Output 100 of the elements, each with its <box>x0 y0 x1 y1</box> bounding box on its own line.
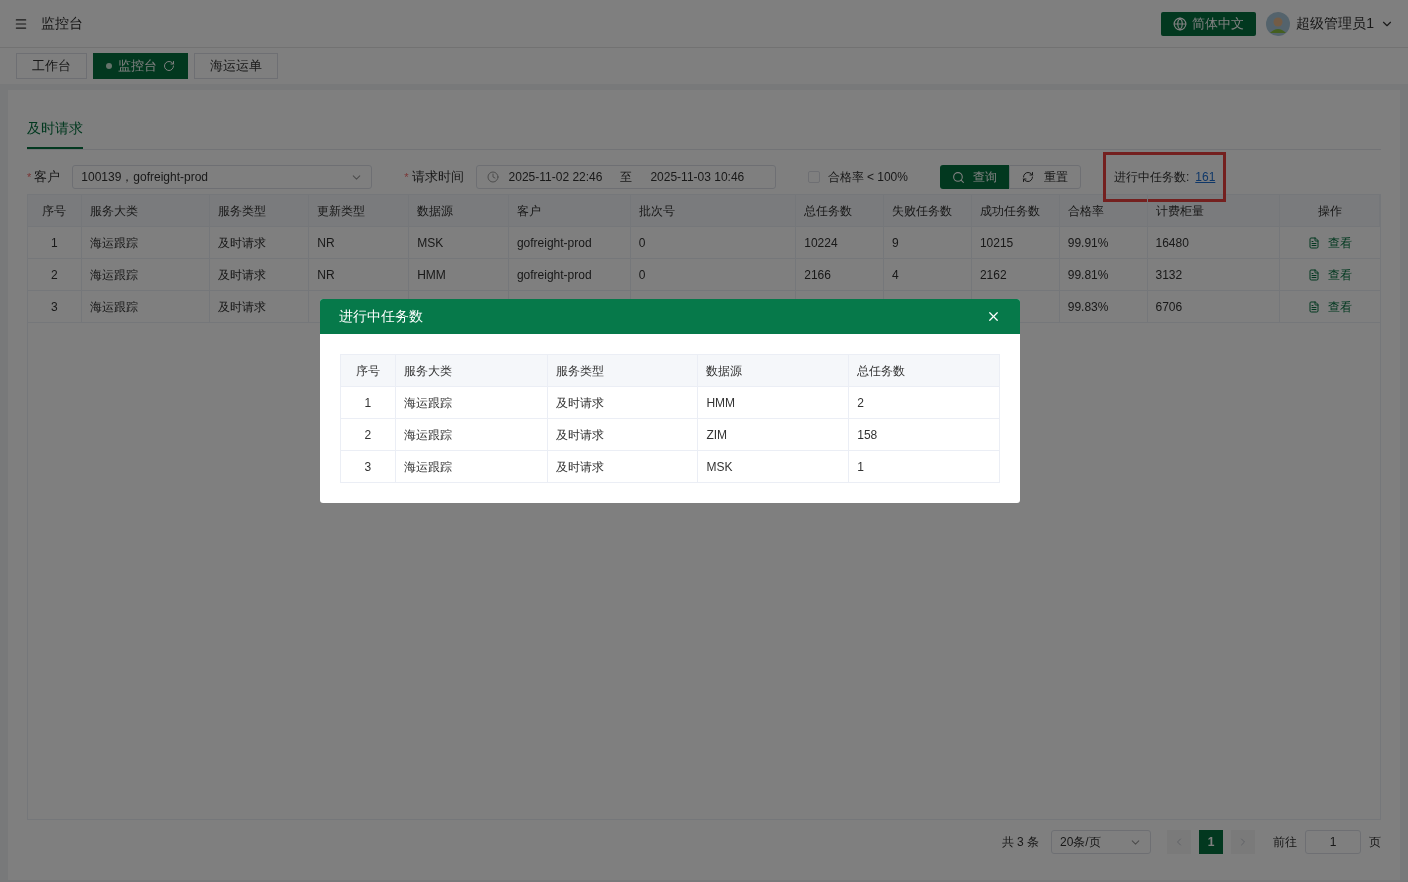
table-cell-text: 0 <box>638 234 646 252</box>
table-cell-text: 6706 <box>1155 298 1183 316</box>
table-cell-text: 99.83% <box>1067 298 1109 316</box>
column-header: 数据源 <box>417 202 454 220</box>
column-header: 计费柜量 <box>1155 202 1204 220</box>
column-header: 客户 <box>516 202 541 220</box>
close-icon[interactable] <box>986 309 1001 324</box>
view-link[interactable]: 查看 <box>1308 297 1353 316</box>
page-input[interactable]: 1 <box>1305 830 1361 854</box>
table-cell-text: 及时请求 <box>555 458 604 476</box>
table-cell-text: 10224 <box>804 234 838 252</box>
table-cell-text: gofreight-prod <box>516 266 592 284</box>
column-header: 序号 <box>355 362 380 380</box>
counter-link[interactable]: 161 <box>1195 168 1216 186</box>
column-header: 更新类型 <box>317 202 366 220</box>
table-cell-text: 3 <box>364 458 372 476</box>
table-cell-text: 99.91% <box>1067 234 1109 252</box>
view-link[interactable]: 查看 <box>1308 265 1353 284</box>
page-tab[interactable]: 监控台 <box>93 53 188 79</box>
globe-icon <box>1173 16 1188 31</box>
page-number[interactable]: 1 <box>1199 830 1223 854</box>
table-cell-text: 2166 <box>804 266 831 284</box>
language-button[interactable]: 简体中文 <box>1161 11 1257 36</box>
page-tab[interactable]: 工作台 <box>16 53 87 79</box>
table-cell-text: HMM <box>706 394 736 412</box>
table-cell-text: NR <box>317 266 335 284</box>
column-header: 总任务数 <box>857 362 906 380</box>
table-cell-text: 4 <box>892 266 899 284</box>
menu-icon[interactable] <box>14 16 28 31</box>
page-title: 监控台 <box>41 14 83 33</box>
table-cell-text: 3 <box>51 298 58 316</box>
document-icon <box>1308 268 1321 281</box>
table-cell-text: 2 <box>364 426 372 444</box>
avatar-icon <box>1266 11 1291 36</box>
total-count: 共 3 条 <box>1001 834 1039 851</box>
column-header: 合格率 <box>1067 202 1104 220</box>
table-cell-text: 及时请求 <box>217 234 266 252</box>
table-cell-text: 2 <box>51 266 58 284</box>
document-icon <box>1308 300 1321 313</box>
table-cell-text: 3132 <box>1155 266 1183 284</box>
column-header: 数据源 <box>706 362 743 380</box>
page-size-select[interactable]: 20条/页 <box>1051 830 1151 854</box>
customer-select[interactable]: 100139，gofreight-prod <box>72 165 373 189</box>
table-cell-text: 海运跟踪 <box>403 426 452 444</box>
table-cell-text: 0 <box>638 266 646 284</box>
column-header: 总任务数 <box>804 202 853 220</box>
table-cell-text: MSK <box>706 458 733 476</box>
table-cell-text: 及时请求 <box>555 426 604 444</box>
clock-icon <box>486 171 499 183</box>
column-header: 服务大类 <box>403 362 452 380</box>
refresh-icon <box>163 60 175 72</box>
table-cell-text: 2162 <box>979 266 1007 284</box>
table-cell-text: HMM <box>417 266 446 284</box>
search-icon <box>951 170 965 184</box>
table-cell-text: 9 <box>892 234 899 252</box>
column-header: 服务大类 <box>89 202 138 220</box>
table-cell-text: MSK <box>417 234 444 252</box>
table-cell-text: 1 <box>857 458 864 476</box>
table-cell-text: 及时请求 <box>217 266 266 284</box>
page-tab[interactable]: 海运运单 <box>194 53 278 79</box>
view-link[interactable]: 查看 <box>1308 233 1353 252</box>
table-cell-text: 2 <box>857 394 864 412</box>
table-cell-text: 海运跟踪 <box>89 298 138 316</box>
column-header: 服务类型 <box>217 202 266 220</box>
table-cell-text: 海运跟踪 <box>89 234 138 252</box>
column-header: 成功任务数 <box>979 202 1040 220</box>
document-icon <box>1308 236 1321 249</box>
field-label: 请求时间 <box>411 168 464 187</box>
table-cell-text: 1 <box>364 394 372 412</box>
table-cell-text: 10215 <box>979 234 1014 252</box>
table-cell-text: 1 <box>51 234 58 252</box>
counter-label: 进行中任务数: <box>1113 169 1190 186</box>
goto-label: 前往 <box>1273 834 1297 851</box>
query-button[interactable]: 查询 <box>939 165 1009 189</box>
field-label: 客户 <box>34 168 61 187</box>
column-header: 序号 <box>42 202 67 220</box>
table-cell-text: 海运跟踪 <box>403 394 452 412</box>
user-menu[interactable]: 超级管理员1 <box>1296 13 1394 34</box>
table-cell-text: 海运跟踪 <box>89 266 138 284</box>
column-header: 批次号 <box>638 202 675 220</box>
table-cell-text: NR <box>317 234 335 252</box>
panel-tab[interactable]: 及时请求 <box>27 118 83 149</box>
table-cell-text: ZIM <box>706 426 728 444</box>
column-header: 失败任务数 <box>892 202 953 220</box>
table-cell-text: 及时请求 <box>555 394 604 412</box>
table-cell-text: 海运跟踪 <box>403 458 452 476</box>
table-cell-text: 158 <box>857 426 878 444</box>
page-suffix: 页 <box>1369 834 1381 851</box>
table-cell-text: 16480 <box>1155 234 1189 252</box>
column-header: 操作 <box>1317 202 1342 220</box>
required-mark: * <box>27 169 32 185</box>
table-cell-text: 99.81% <box>1067 266 1109 284</box>
table-cell-text: gofreight-prod <box>516 234 592 252</box>
table-cell-text: 及时请求 <box>217 298 266 316</box>
reset-button[interactable]: 重置 <box>1008 165 1081 189</box>
column-header: 服务类型 <box>555 362 604 380</box>
date-range-field[interactable]: 2025-11-02 22:46 至 2025-11-03 10:46 <box>475 165 776 189</box>
checkbox-label: 合格率 < 100% <box>827 169 908 186</box>
dialog-title: 进行中任务数 <box>339 307 424 326</box>
refresh-icon <box>1021 171 1034 183</box>
